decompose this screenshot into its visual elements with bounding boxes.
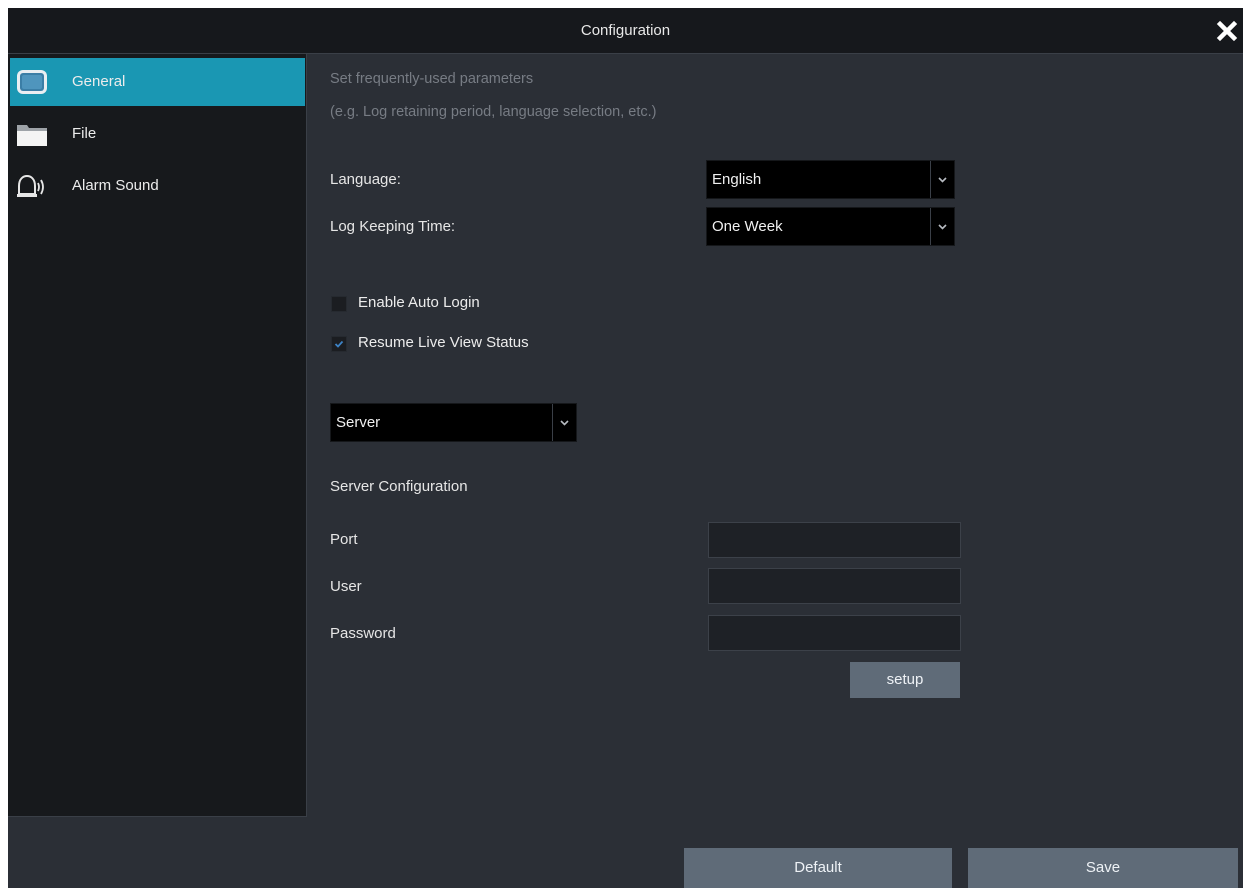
port-label: Port (330, 531, 358, 548)
folder-icon (17, 125, 47, 146)
default-button[interactable]: Default (684, 848, 952, 888)
setup-button[interactable]: setup (850, 662, 960, 698)
close-button[interactable] (1211, 15, 1243, 47)
resume-live-view-label: Resume Live View Status (358, 334, 529, 351)
password-field[interactable] (708, 615, 961, 651)
user-label: User (330, 578, 362, 595)
chevron-down-icon (930, 208, 954, 245)
sidebar-item-file[interactable]: File (10, 110, 305, 158)
description-line-1: Set frequently-used parameters (330, 71, 534, 87)
enable-auto-login-label: Enable Auto Login (358, 294, 480, 311)
port-field[interactable] (708, 522, 961, 558)
description-line-2: (e.g. Log retaining period, language sel… (330, 104, 657, 120)
server-mode-select[interactable]: Server (330, 403, 577, 442)
enable-auto-login-checkbox[interactable] (331, 296, 347, 312)
general-settings-panel: Set frequently-used parameters (e.g. Log… (306, 54, 1243, 816)
sidebar-item-label: File (72, 125, 97, 142)
chevron-down-icon (930, 161, 954, 198)
alarm-bell-icon (17, 174, 44, 197)
language-label: Language: (330, 171, 401, 188)
window-title: Configuration (580, 22, 671, 39)
password-label: Password (330, 625, 396, 642)
configuration-window: Configuration General File Alarm Sound S… (8, 8, 1243, 888)
log-keeping-time-label: Log Keeping Time: (330, 218, 456, 235)
save-button[interactable]: Save (968, 848, 1238, 888)
log-keeping-time-value: One Week (712, 218, 783, 235)
sidebar-item-label: Alarm Sound (72, 177, 159, 194)
user-field[interactable] (708, 568, 961, 604)
server-configuration-heading: Server Configuration (330, 478, 468, 495)
log-keeping-time-select[interactable]: One Week (706, 207, 955, 246)
chevron-down-icon (552, 404, 576, 441)
language-select-value: English (712, 171, 762, 188)
title-bar: Configuration (8, 8, 1243, 54)
language-select[interactable]: English (706, 160, 955, 199)
sidebar-item-alarm-sound[interactable]: Alarm Sound (10, 162, 305, 210)
checkmark-icon (334, 340, 344, 348)
sidebar: General File Alarm Sound (8, 54, 307, 817)
close-x-icon (1216, 20, 1238, 42)
sidebar-item-label: General (72, 73, 126, 90)
resume-live-view-checkbox[interactable] (331, 336, 347, 352)
sidebar-item-general[interactable]: General (10, 58, 305, 106)
footer: Default Save (8, 817, 1243, 888)
server-mode-value: Server (336, 414, 381, 431)
monitor-icon (17, 70, 47, 94)
